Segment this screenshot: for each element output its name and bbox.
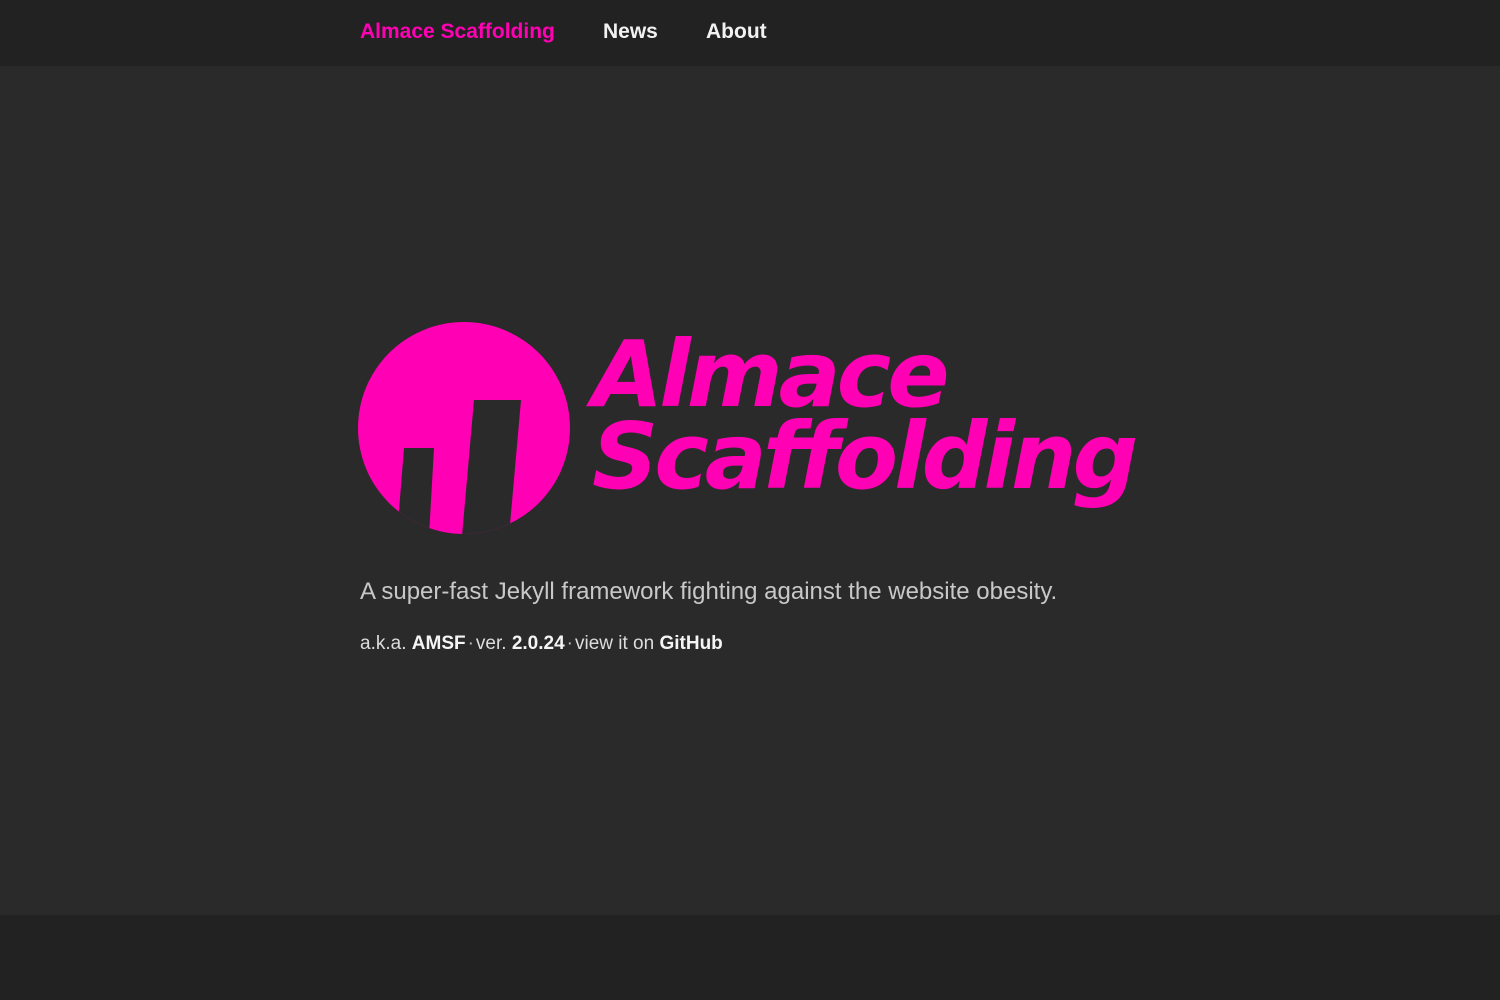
hero-tagline: A super-fast Jekyll framework fighting a…	[360, 578, 1058, 605]
aka-prefix: a.k.a.	[360, 633, 407, 654]
logo-wordmark: Almace Scaffolding	[592, 329, 1138, 510]
github-link[interactable]: GitHub	[659, 633, 722, 654]
nav-link-about[interactable]: About	[706, 19, 767, 45]
page-footer	[0, 915, 1500, 1000]
github-prefix: view it on	[574, 633, 655, 654]
top-navbar: Almace Scaffolding News About	[0, 0, 1500, 66]
meta-separator: ·	[566, 633, 573, 654]
aka-value: AMSF	[411, 633, 466, 654]
logo-wordmark-line-2: Scaffolding	[592, 403, 1138, 510]
nav-link-news[interactable]: News	[603, 19, 658, 45]
amsf-logo-icon	[358, 322, 570, 534]
nav-brand-link[interactable]: Almace Scaffolding	[360, 19, 555, 45]
hero-meta-line: a.k.a. AMSF · ver. 2.0.24 · view it on GitHu…	[360, 632, 723, 656]
version-prefix: ver.	[475, 633, 507, 654]
version-value: 2.0.24	[511, 633, 565, 654]
meta-separator: ·	[467, 633, 474, 654]
logo-circle	[358, 322, 570, 534]
